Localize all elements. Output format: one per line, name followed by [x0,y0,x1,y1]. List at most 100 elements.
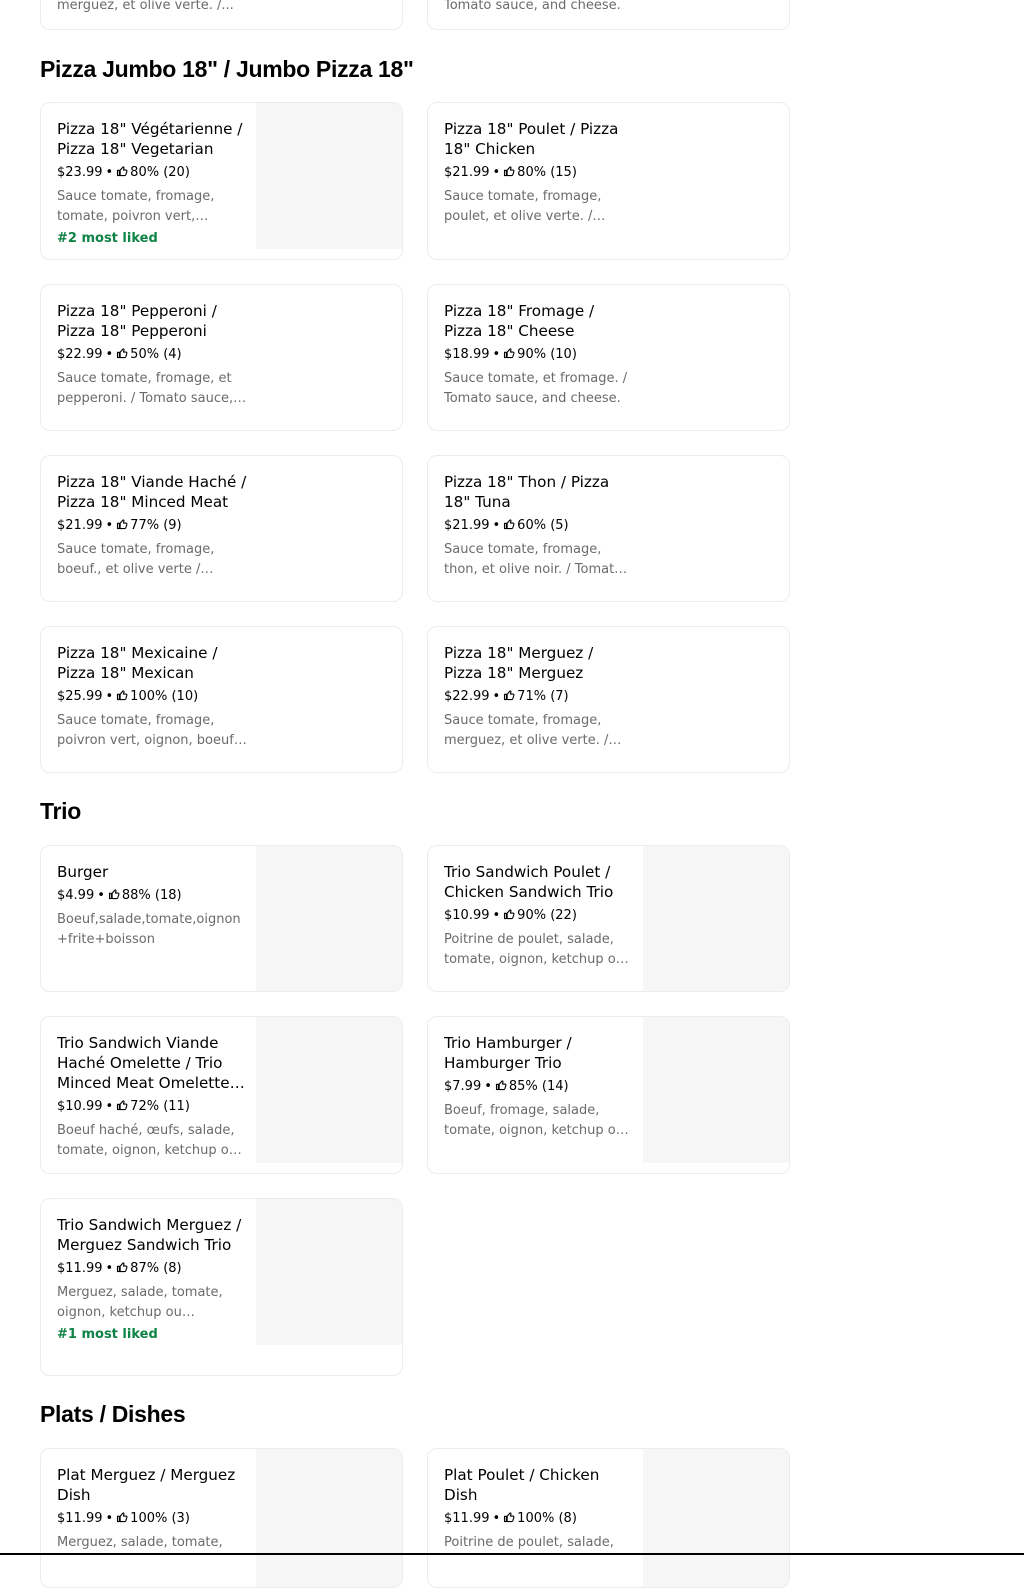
item-rating: 50% (4) [130,347,182,362]
item-meta: $10.99 • 72% (11) [57,1097,247,1117]
thumbs-up-icon [503,347,517,362]
item-description: Tomato sauce, and cheese. [444,0,621,13]
item-price: $4.99 [57,888,95,903]
item-description: Sauce tomate, fromage, poivron vert, oig… [57,713,238,748]
section-title-plats: Plats / Dishes [40,1401,186,1427]
separator-dot: • [492,165,501,180]
menu-item-card[interactable]: Trio Sandwich Poulet / Chicken Sandwich … [427,845,790,992]
item-price: $21.99 [57,518,103,533]
item-rating: 72% (11) [130,1099,190,1114]
item-rating: 100% (3) [130,1511,190,1526]
item-description: Poitrine de poulet, salade, tomate, oign… [444,932,624,967]
most-liked-badge: #1 most liked [57,1327,158,1342]
thumbs-up-icon [116,165,130,180]
separator-dot: • [492,347,501,362]
item-image-placeholder [256,1199,402,1345]
menu-item-card[interactable]: Pizza 18" Végétarienne / Pizza 18" Veget… [40,102,403,260]
separator-dot: • [97,888,105,903]
item-rating: 80% (15) [517,165,577,180]
item-description: Sauce tomate, fromage, poulet, et olive … [444,189,602,224]
menu-page: merguez, et olive verte. /... Tomato sau… [0,0,1024,1588]
item-description: Boeuf, fromage, salade, tomate, oignon, … [444,1103,624,1138]
item-text: Pizza 18" Pepperoni / Pizza 18" Pepperon… [57,301,247,409]
item-image-placeholder [643,1017,789,1163]
separator-dot: • [105,165,114,180]
thumbs-up-icon [108,888,122,903]
item-meta: $4.99 • 88% (18) [57,886,247,906]
menu-item-card[interactable]: Plat Merguez / Merguez Dish $11.99 • 100% … [40,1448,403,1588]
item-name: Trio Sandwich Merguez / Merguez Sandwich… [57,1216,242,1254]
separator-dot: • [492,518,501,533]
item-name: Plat Merguez / Merguez Dish [57,1466,236,1504]
menu-item-card[interactable]: Pizza 18" Thon / Pizza 18" Tuna $21.99 • 6… [427,455,790,602]
thumbs-up-icon [116,1261,130,1276]
item-description: Sauce tomate, et fromage. / Tomato sauce… [444,371,628,406]
menu-item-card-partial[interactable]: merguez, et olive verte. /... [40,0,403,30]
menu-item-card[interactable]: Trio Sandwich Viande Haché Omelette / Tr… [40,1016,403,1174]
separator-dot: • [492,908,501,923]
item-meta: $10.99 • 90% (22) [444,906,634,926]
item-name: Pizza 18" Végétarienne / Pizza 18" Veget… [57,120,243,158]
item-price: $21.99 [444,518,490,533]
menu-item-card[interactable]: Pizza 18" Viande Haché / Pizza 18" Mince… [40,455,403,602]
item-meta: $21.99 • 60% (5) [444,516,634,536]
item-description: Merguez, salade, tomate, oignon, ketchup… [57,1285,223,1320]
item-text: Trio Hamburger / Hamburger Trio $7.99 • 85… [444,1033,634,1141]
item-description: Sauce tomate, fromage, merguez, et olive… [444,713,609,748]
separator-dot: • [105,1099,114,1114]
item-meta: $11.99 • 100% (3) [57,1509,247,1529]
item-meta: $22.99 • 71% (7) [444,687,634,707]
item-name: Pizza 18" Merguez / Pizza 18" Merguez [444,644,594,682]
item-text: Trio Sandwich Viande Haché Omelette / Tr… [57,1033,247,1161]
item-name: Trio Sandwich Poulet / Chicken Sandwich … [444,863,614,901]
item-text: Burger $4.99 • 88% (18) Boeuf,salade,tomat… [57,862,247,950]
separator-dot: • [105,347,114,362]
item-name: Burger [57,863,109,881]
menu-item-card-partial[interactable]: Tomato sauce, and cheese. [427,0,790,30]
item-meta: $23.99 • 80% (20) [57,163,247,183]
separator-dot: • [105,1511,114,1526]
item-rating: 90% (22) [517,908,577,923]
menu-item-card[interactable]: Trio Sandwich Merguez / Merguez Sandwich… [40,1198,403,1376]
section-title-trio: Trio [40,798,81,824]
item-rating: 100% (8) [517,1511,577,1526]
menu-item-card[interactable]: Trio Hamburger / Hamburger Trio $7.99 • 85… [427,1016,790,1174]
menu-item-card[interactable]: Pizza 18" Mexicaine / Pizza 18" Mexican … [40,626,403,773]
item-price: $22.99 [444,689,490,704]
item-rating: 77% (9) [130,518,182,533]
item-price: $7.99 [444,1079,482,1094]
item-meta: $21.99 • 77% (9) [57,516,247,536]
item-image-placeholder [643,1449,789,1587]
item-meta: $7.99 • 85% (14) [444,1077,634,1097]
item-rating: 100% (10) [130,689,199,704]
thumbs-up-icon [116,347,130,362]
item-price: $11.99 [57,1261,103,1276]
thumbs-up-icon [503,689,517,704]
item-description: Merguez, salade, tomate, [57,1535,223,1550]
menu-item-card[interactable]: Pizza 18" Poulet / Pizza 18" Chicken $21… [427,102,790,260]
item-text: Pizza 18" Poulet / Pizza 18" Chicken $21… [444,119,634,227]
item-text: Pizza 18" Merguez / Pizza 18" Merguez $2… [444,643,634,751]
item-price: $11.99 [444,1511,490,1526]
item-rating: 85% (14) [508,1079,569,1094]
item-rating: 90% (10) [517,347,577,362]
item-name: Plat Poulet / Chicken Dish [444,1466,600,1504]
item-text: Pizza 18" Thon / Pizza 18" Tuna $21.99 • 6… [444,472,634,580]
item-rating: 88% (18) [121,888,182,903]
thumbs-up-icon [503,518,517,533]
item-rating: 80% (20) [130,165,190,180]
item-text: Trio Sandwich Poulet / Chicken Sandwich … [444,862,634,970]
item-price: $25.99 [57,689,103,704]
item-text: Plat Poulet / Chicken Dish $11.99 • 100% (… [444,1465,634,1553]
menu-item-card[interactable]: Pizza 18" Pepperoni / Pizza 18" Pepperon… [40,284,403,431]
menu-item-card[interactable]: Burger $4.99 • 88% (18) Boeuf,salade,tomat… [40,845,403,992]
menu-item-card[interactable]: Pizza 18" Fromage / Pizza 18" Cheese $18… [427,284,790,431]
item-price: $23.99 [57,165,103,180]
item-price: $21.99 [444,165,490,180]
item-price: $10.99 [57,1099,103,1114]
item-description: Boeuf haché, œufs, salade, tomate, oigno… [57,1123,237,1158]
separator-dot: • [105,518,114,533]
menu-item-card[interactable]: Plat Poulet / Chicken Dish $11.99 • 100% (… [427,1448,790,1588]
menu-item-card[interactable]: Pizza 18" Merguez / Pizza 18" Merguez $2… [427,626,790,773]
item-meta: $25.99 • 100% (10) [57,687,247,707]
